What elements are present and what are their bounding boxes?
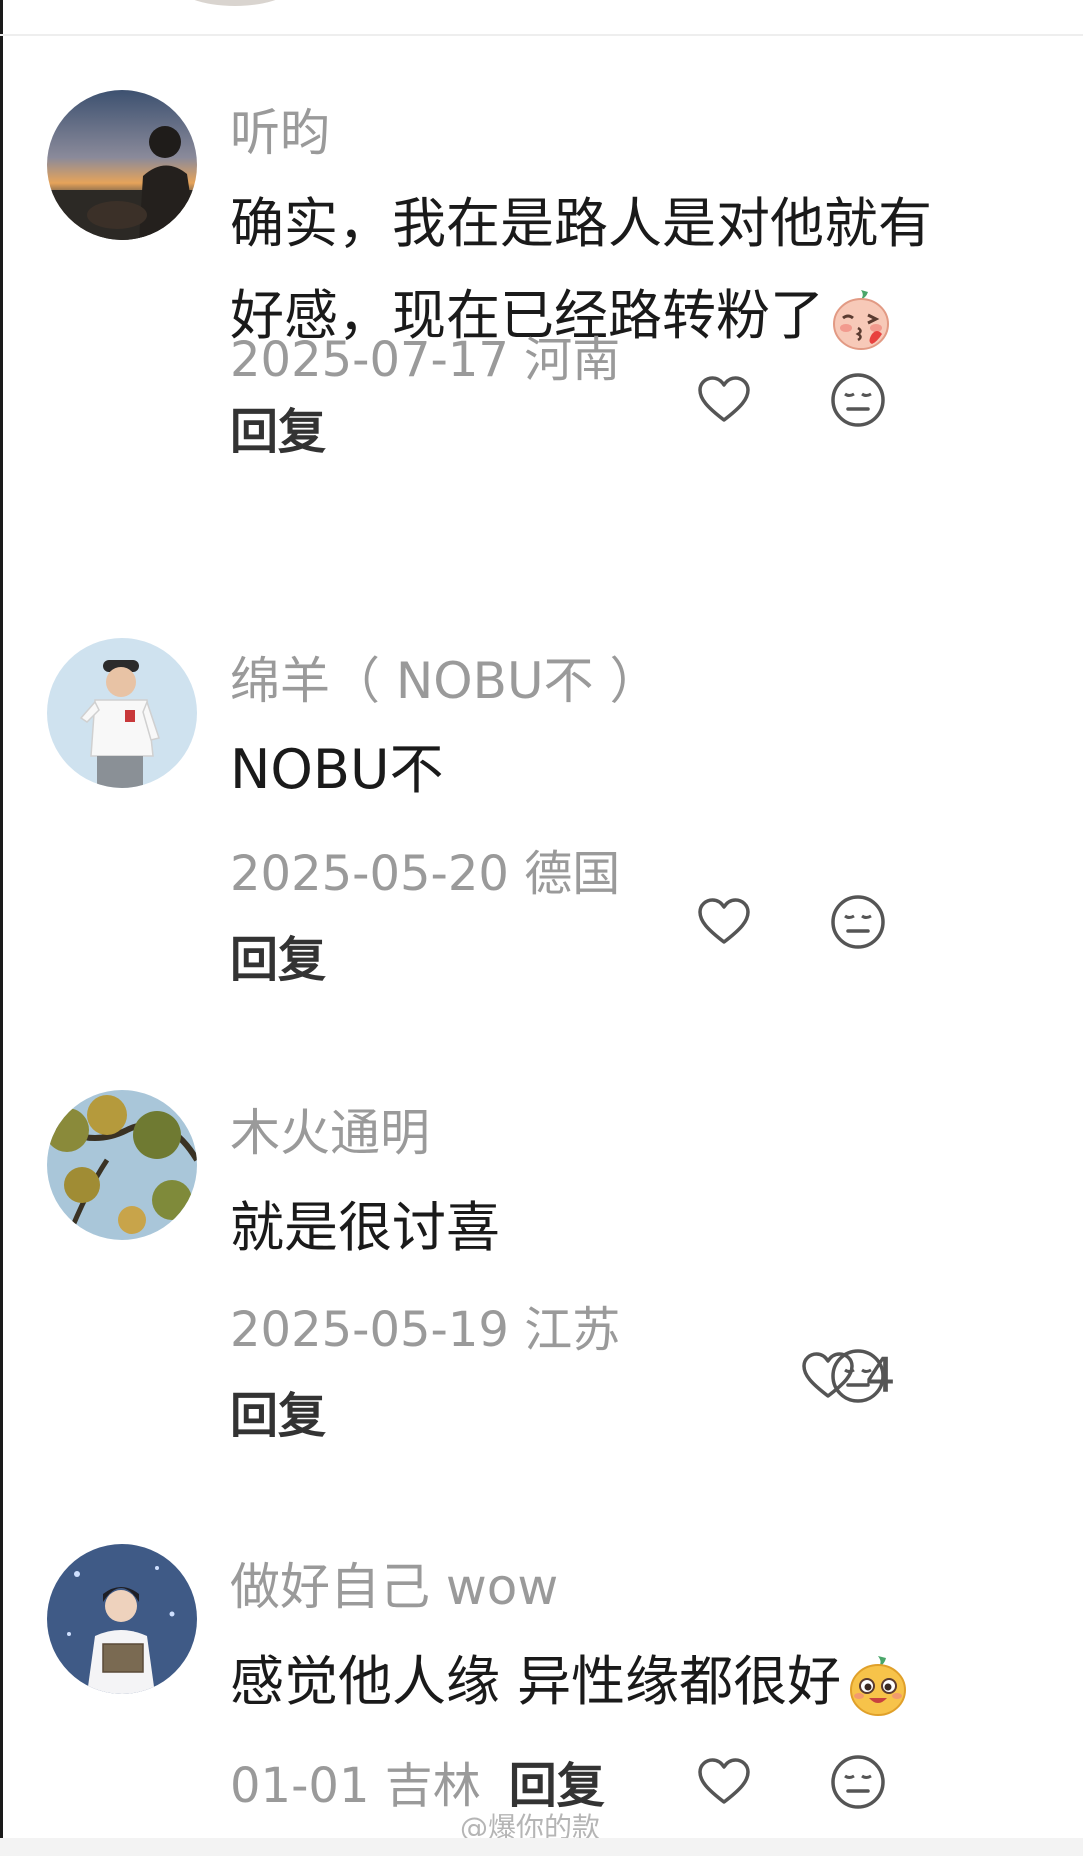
comment-text-segment: 感觉他人缘 异性缘都很好 xyxy=(230,1650,842,1713)
previous-avatar-fragment xyxy=(175,0,295,6)
like-button[interactable] xyxy=(697,898,751,946)
comment-date-location: 01-01 吉林 回复 xyxy=(230,1762,605,1810)
like-button[interactable] xyxy=(697,376,751,424)
heart-outline-icon xyxy=(698,376,750,422)
comment-text: 就是很讨喜 xyxy=(230,1182,1030,1274)
avatar[interactable] xyxy=(47,90,197,240)
avatar[interactable] xyxy=(47,1090,197,1240)
comment-date-location: 2025-05-20 德国 xyxy=(230,846,621,902)
girl-reading-avatar xyxy=(47,1544,197,1694)
like-button[interactable] xyxy=(697,1758,751,1806)
username[interactable]: 做好自己 wow xyxy=(230,1562,558,1612)
reply-button[interactable]: 回复 xyxy=(230,408,326,456)
comment-text-line: NOBU不 xyxy=(230,738,444,801)
comment-date-location: 2025-05-19 江苏 xyxy=(230,1302,621,1358)
heart-outline-icon xyxy=(698,1758,750,1804)
username[interactable]: 木火通明 xyxy=(230,1108,430,1158)
neutral-face-icon[interactable] xyxy=(830,372,886,428)
reply-button[interactable]: 回复 xyxy=(509,1762,605,1810)
screen-edge xyxy=(0,0,3,1856)
blush-kiss-emoji xyxy=(833,290,889,351)
neutral-face-icon[interactable] xyxy=(830,894,886,950)
comment-text-line: 确实，我在是路人是对他就有 xyxy=(230,192,932,255)
heart-outline-icon xyxy=(698,898,750,944)
neutral-face-icon[interactable] xyxy=(830,1348,886,1404)
comment-text-line: 就是很讨喜 xyxy=(230,1196,500,1259)
comment-date-location-text: 01-01 吉林 xyxy=(230,1758,481,1814)
comment-text: 感觉他人缘 异性缘都很好 xyxy=(230,1636,1030,1728)
comment-date-location: 2025-07-17 河南 xyxy=(230,332,621,388)
bottom-edge xyxy=(0,1838,1083,1856)
username[interactable]: 绵羊（ NOBU不 ） xyxy=(230,656,659,706)
man-white-shirt-avatar xyxy=(47,638,197,788)
top-divider xyxy=(0,34,1083,36)
sunset-silhouette-avatar xyxy=(47,90,197,240)
username[interactable]: 听昀 xyxy=(230,108,330,158)
comment-text: NOBU不 xyxy=(230,724,1030,816)
neutral-face-icon[interactable] xyxy=(830,1754,886,1810)
reply-button[interactable]: 回复 xyxy=(230,1392,326,1440)
comment-text-line: 感觉他人缘 异性缘都很好 xyxy=(230,1636,1030,1728)
reply-button[interactable]: 回复 xyxy=(230,936,326,984)
tree-branches-avatar xyxy=(47,1090,197,1240)
avatar[interactable] xyxy=(47,638,197,788)
avatar[interactable] xyxy=(47,1544,197,1694)
happy-face-emoji xyxy=(850,1656,907,1717)
